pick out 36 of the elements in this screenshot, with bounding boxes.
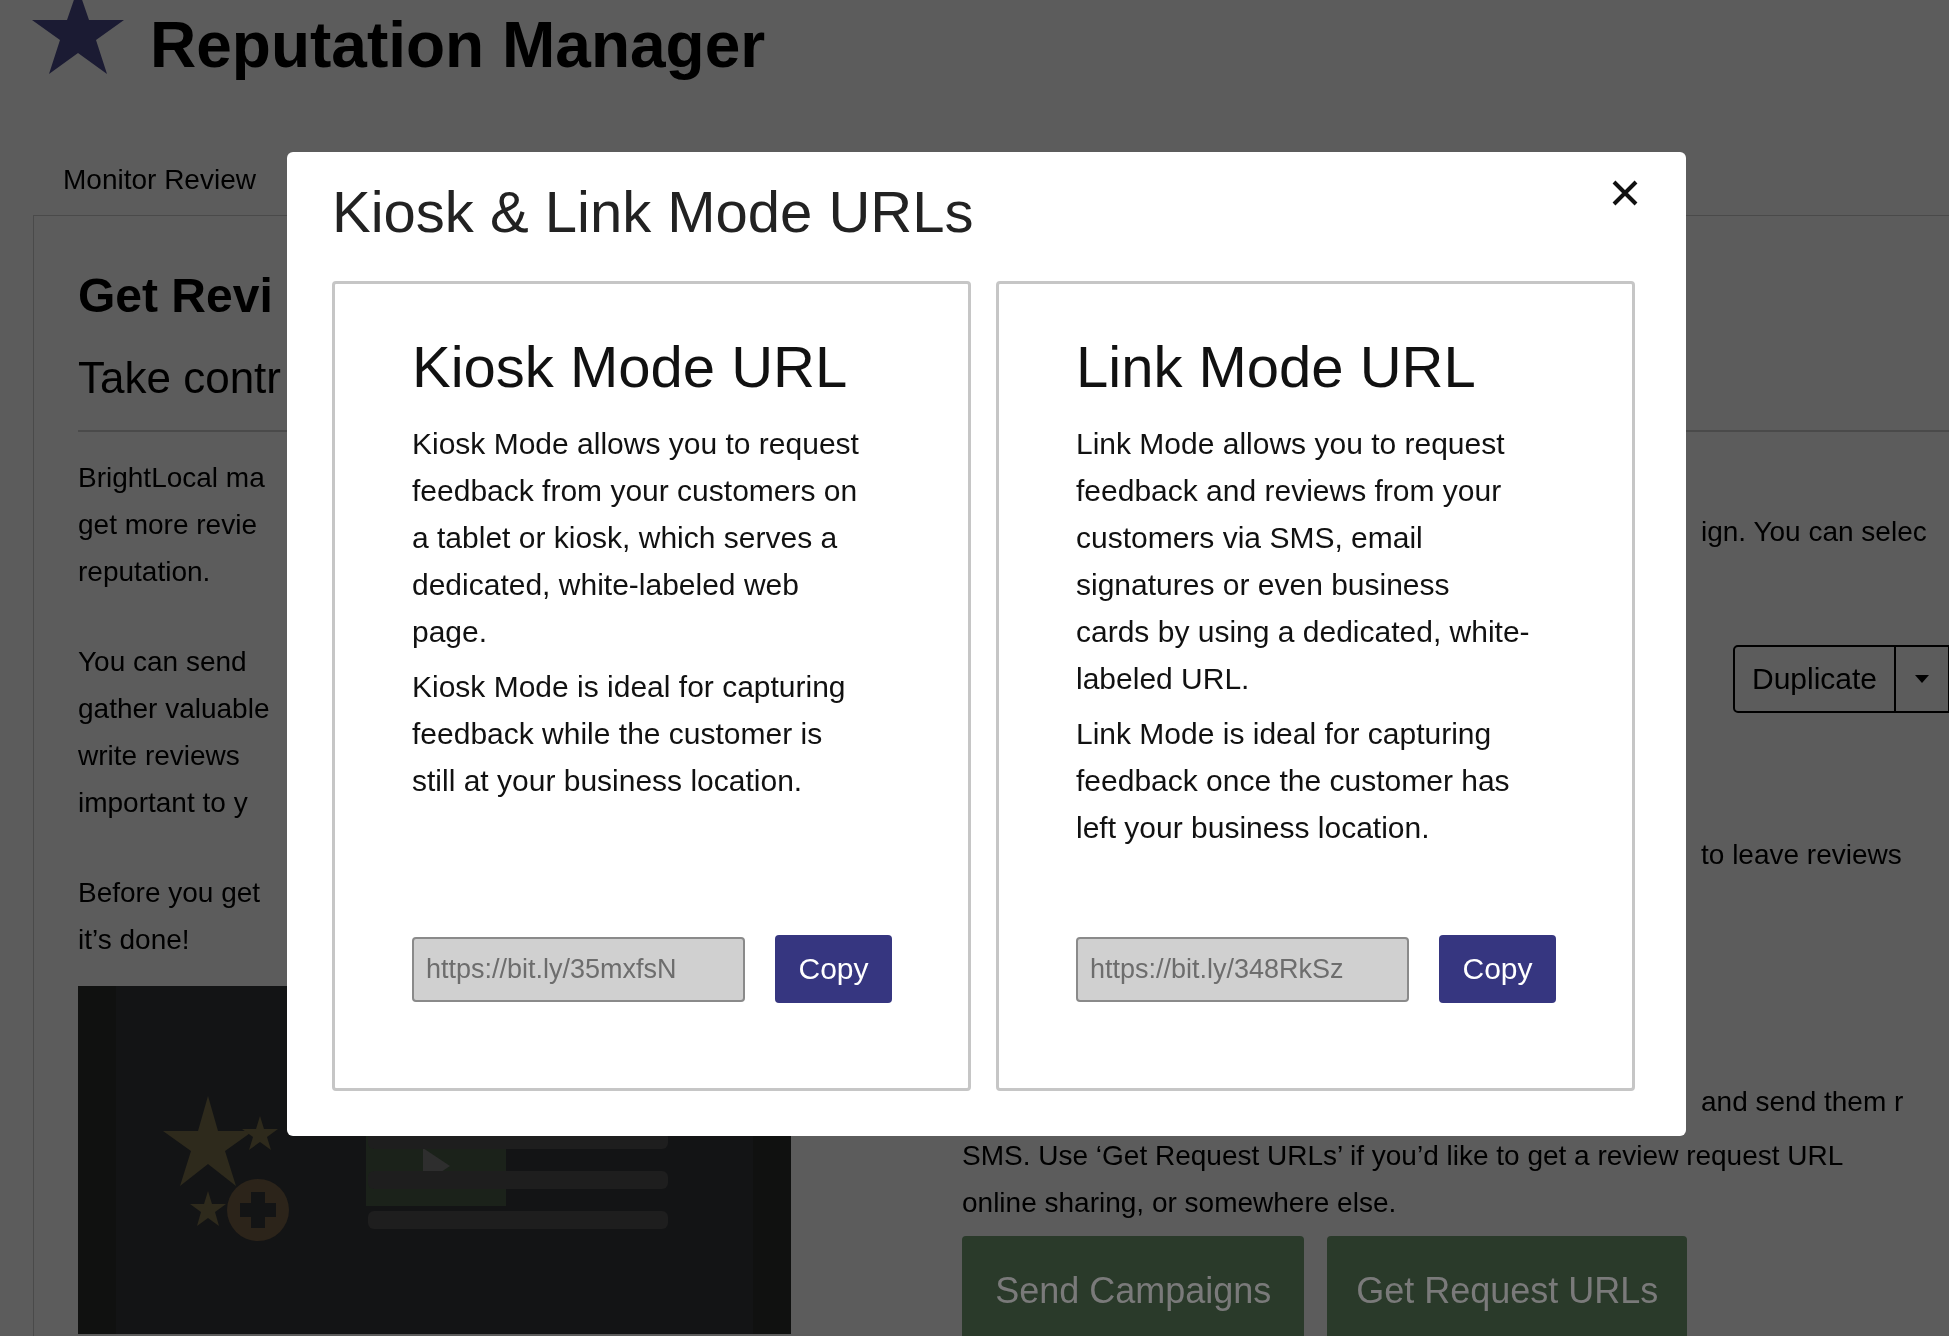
paragraph-text: it’s done! [78, 923, 190, 957]
card-description: Kiosk Mode allows you to request feedback from your customers on a tablet or kiosk, which serves a dedicated, white-labeled web page. [412, 426, 860, 650]
card-heading: Kiosk Mode URL [412, 333, 849, 401]
star-icon [30, 0, 126, 76]
paragraph-text: SMS. Use ‘Get Request URLs’ if you’d like to get a review request URL [962, 1139, 1844, 1173]
card-description: Link Mode allows you to request feedback and reviews from your customers via SMS, email signatures or even business cards by using a dedicated, white-labeled URL. [1076, 426, 1531, 697]
url-field[interactable]: https://bit.ly/35mxfsN [412, 936, 745, 1002]
paragraph-text: online sharing, or somewhere else. [962, 1186, 1397, 1220]
modal-title: Kiosk & Link Mode URLs [332, 178, 974, 245]
paragraph-text: important to y [78, 786, 248, 820]
paragraph-text: and send them r [1701, 1085, 1904, 1119]
duplicate-button[interactable]: Duplicate [1733, 645, 1896, 713]
copy-button[interactable]: Copy [1439, 935, 1556, 1003]
tab[interactable]: Monitor Review [63, 164, 256, 195]
card-heading: Link Mode URL [1076, 333, 1477, 401]
paragraph-text: ign. You can selec [1701, 515, 1927, 549]
close-icon [1612, 180, 1638, 206]
paragraph-text: gather valuable [78, 692, 270, 726]
paragraph-text: BrightLocal ma [78, 461, 265, 495]
paragraph-text: reputation. [78, 555, 211, 589]
copy-button[interactable]: Copy [775, 935, 892, 1003]
paragraph-text: You can send [78, 645, 247, 679]
action-button[interactable]: Get Request URLs [1327, 1236, 1687, 1336]
paragraph-text: to leave reviews [1701, 838, 1902, 872]
dropdown-toggle[interactable] [1896, 645, 1949, 713]
card-description: Link Mode is ideal for capturing feedback once the customer has left your business location. [1076, 716, 1511, 846]
paragraph-text: get more revie [78, 508, 257, 542]
paragraph-text: Before you get [78, 876, 261, 910]
action-button[interactable]: Send Campaigns [962, 1236, 1305, 1336]
app-title: Reputation Manager [150, 8, 766, 82]
url-field[interactable]: https://bit.ly/348RkSz [1076, 936, 1409, 1002]
paragraph-text: write reviews [78, 739, 240, 773]
card-description: Kiosk Mode is ideal for capturing feedback while the customer is still at your business location. [412, 669, 847, 799]
page-subheading: Take contr [78, 352, 281, 404]
page-heading: Get Revi [78, 268, 273, 324]
caret-icon [1915, 675, 1929, 683]
